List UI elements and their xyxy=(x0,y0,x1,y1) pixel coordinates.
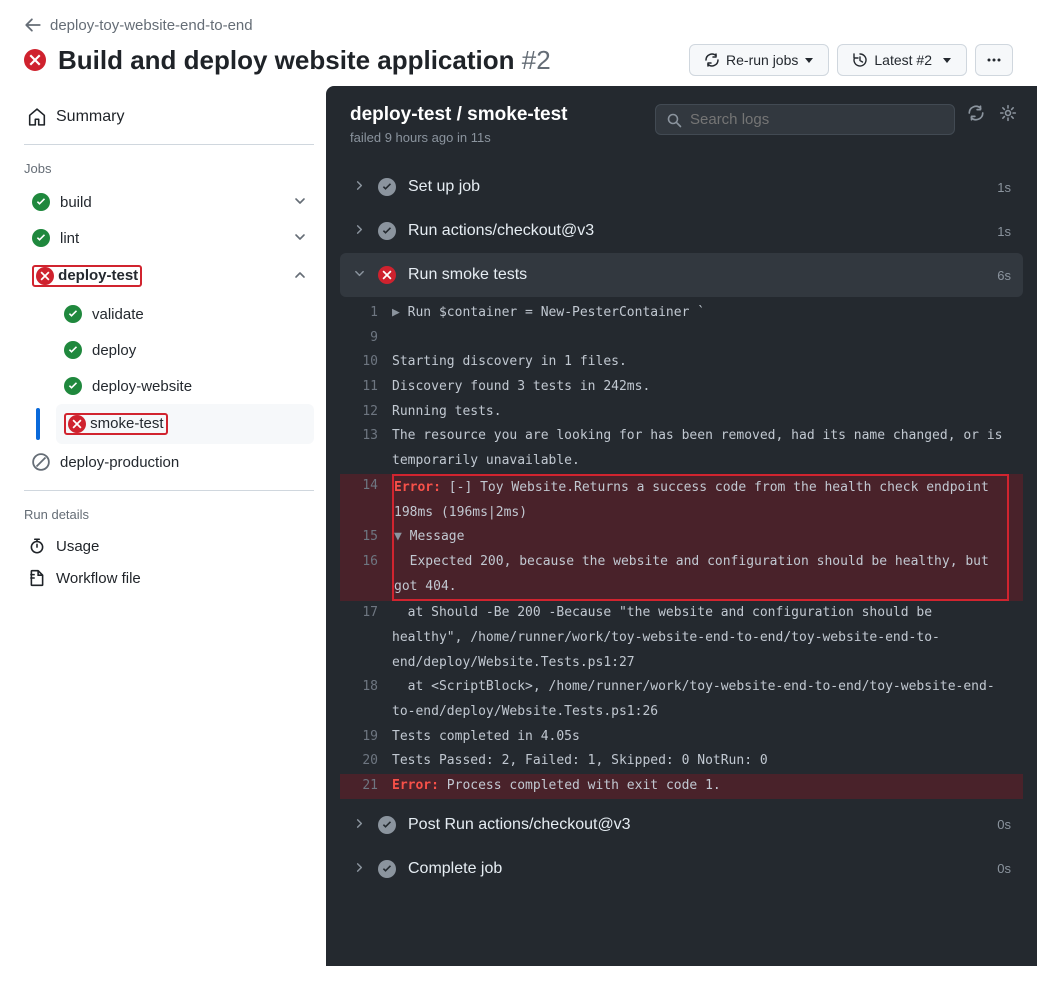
log-search-input[interactable] xyxy=(690,111,944,128)
sidebar-summary[interactable]: Summary xyxy=(24,100,314,134)
chevron-down-icon[interactable] xyxy=(294,194,306,211)
caret-down-icon xyxy=(804,55,814,65)
refresh-logs-button[interactable] xyxy=(967,104,985,122)
job-build[interactable]: build xyxy=(24,184,314,220)
workflow-link[interactable]: deploy-toy-website-end-to-end xyxy=(50,17,253,34)
file-icon xyxy=(28,569,46,587)
x-circle-icon xyxy=(36,267,54,285)
chevron-down-icon[interactable] xyxy=(294,230,306,247)
log-title: deploy-test / smoke-test xyxy=(350,104,643,126)
rerun-jobs-button[interactable]: Re-run jobs xyxy=(689,44,829,76)
more-actions-button[interactable] xyxy=(975,44,1013,76)
sidebar-workflow-file[interactable]: Workflow file xyxy=(24,562,314,594)
run-status-icon xyxy=(24,49,46,71)
step-time: 0s xyxy=(997,817,1011,832)
search-icon xyxy=(666,112,682,128)
chevron-down-icon xyxy=(352,268,366,282)
check-circle-icon xyxy=(64,305,82,323)
job-lint[interactable]: lint xyxy=(24,220,314,256)
step-checkout[interactable]: Run actions/checkout@v3 1s xyxy=(340,209,1023,253)
check-grey-icon xyxy=(378,222,396,240)
caret-down-icon xyxy=(942,55,952,65)
step-post-checkout[interactable]: Post Run actions/checkout@v3 0s xyxy=(340,803,1023,847)
check-circle-icon xyxy=(64,341,82,359)
stopwatch-icon xyxy=(28,537,46,555)
sidebar-jobs-label: Jobs xyxy=(24,161,314,176)
step-time: 1s xyxy=(997,180,1011,195)
log-settings-button[interactable] xyxy=(999,104,1017,122)
chevron-right-icon xyxy=(352,862,366,876)
job-deploy-website[interactable]: deploy-website xyxy=(56,368,314,404)
job-deploy-test[interactable]: deploy-test xyxy=(24,256,314,296)
chevron-right-icon xyxy=(352,224,366,238)
chevron-right-icon xyxy=(352,818,366,832)
home-icon xyxy=(28,108,46,126)
job-deploy-production[interactable]: deploy-production xyxy=(24,444,314,480)
step-run-smoke-tests[interactable]: Run smoke tests 6s xyxy=(340,253,1023,297)
x-circle-icon xyxy=(378,266,396,284)
check-circle-icon xyxy=(64,377,82,395)
x-circle-icon xyxy=(68,415,86,433)
step-time: 0s xyxy=(997,861,1011,876)
latest-run-button[interactable]: Latest #2 xyxy=(837,44,967,76)
check-grey-icon xyxy=(378,816,396,834)
job-deploy[interactable]: deploy xyxy=(56,332,314,368)
log-error-group: 14 Error: [-] Toy Website.Returns a succ… xyxy=(340,474,1023,525)
run-number: #2 xyxy=(522,45,551,75)
chevron-right-icon xyxy=(352,180,366,194)
job-validate[interactable]: validate xyxy=(56,296,314,332)
step-time: 1s xyxy=(997,224,1011,239)
check-circle-icon xyxy=(32,193,50,211)
check-grey-icon xyxy=(378,860,396,878)
step-time: 6s xyxy=(997,268,1011,283)
sidebar-usage[interactable]: Usage xyxy=(24,530,314,562)
history-icon xyxy=(852,52,868,68)
check-circle-icon xyxy=(32,229,50,247)
back-arrow-icon[interactable] xyxy=(24,16,42,34)
log-subtitle: failed 9 hours ago in 11s xyxy=(350,130,643,145)
job-smoke-test[interactable]: smoke-test xyxy=(56,404,314,444)
log-search[interactable] xyxy=(655,104,955,135)
check-grey-icon xyxy=(378,178,396,196)
page-title: Build and deploy website application #2 xyxy=(58,45,551,76)
chevron-up-icon[interactable] xyxy=(294,268,306,285)
step-setup-job[interactable]: Set up job 1s xyxy=(340,165,1023,209)
sidebar-run-details-label: Run details xyxy=(24,507,314,522)
skip-circle-icon xyxy=(32,453,50,471)
log-output: 1▶ Run $container = New-PesterContainer … xyxy=(340,297,1023,803)
sync-icon xyxy=(704,52,720,68)
kebab-icon xyxy=(986,52,1002,68)
breadcrumb: deploy-toy-website-end-to-end xyxy=(24,16,1013,34)
step-complete-job[interactable]: Complete job 0s xyxy=(340,847,1023,891)
